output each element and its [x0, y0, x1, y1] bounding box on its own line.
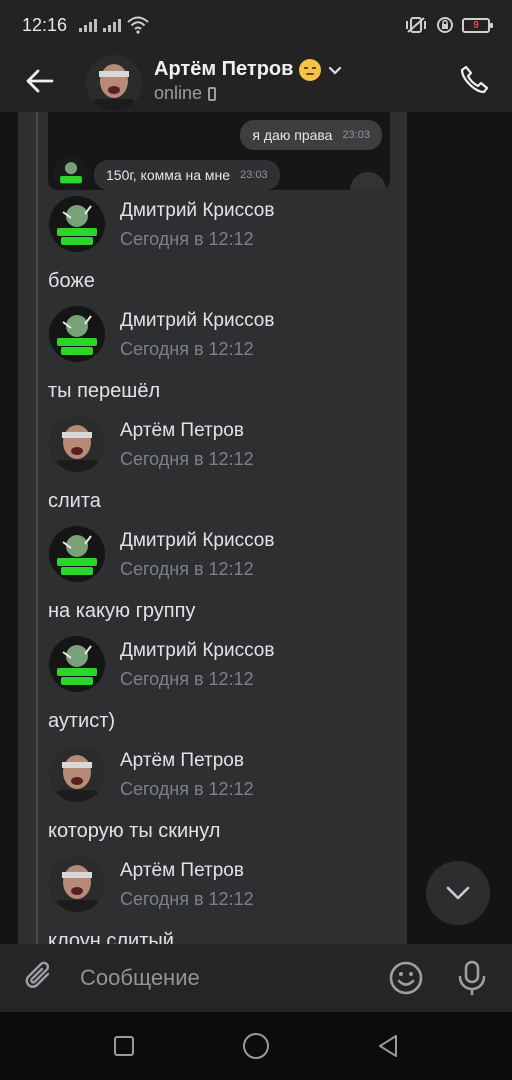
- message-time: Сегодня в 12:12: [120, 449, 254, 469]
- paperclip-icon: [25, 961, 50, 988]
- avatar[interactable]: [49, 306, 105, 362]
- wifi-icon: [127, 16, 149, 34]
- message-text: боже: [48, 270, 95, 292]
- phone-icon: [460, 65, 489, 94]
- vibrate-icon: [406, 17, 426, 33]
- avatar[interactable]: [49, 856, 105, 912]
- avatar[interactable]: [49, 746, 105, 802]
- circle-icon: [243, 1033, 269, 1059]
- square-icon: [114, 1036, 134, 1056]
- message-time: Сегодня в 12:12: [120, 559, 254, 579]
- avatar[interactable]: [86, 55, 142, 111]
- forwarded-messages-panel: я даю права 23:03 150г, комма на мне 23:…: [18, 112, 407, 944]
- message-text: ты перешёл: [48, 380, 161, 402]
- chat-header: Артём Петров online: [0, 50, 512, 112]
- message-input[interactable]: [80, 958, 370, 998]
- smile-icon: [389, 961, 423, 995]
- mobile-icon: [208, 86, 217, 101]
- author-name[interactable]: Дмитрий Криссов: [120, 200, 274, 222]
- message-composer: [0, 944, 512, 1012]
- back-button[interactable]: [0, 50, 80, 112]
- message-text: слита: [48, 490, 101, 512]
- message-header[interactable]: Дмитрий Криссов Сегодня в 12:12: [49, 526, 389, 588]
- microphone-icon: [458, 960, 486, 996]
- alarm-icon: [437, 17, 453, 33]
- attach-button[interactable]: [0, 944, 80, 1012]
- bubble-text: я даю права: [252, 127, 333, 143]
- author-name[interactable]: Дмитрий Криссов: [120, 530, 274, 552]
- author-name[interactable]: Дмитрий Криссов: [120, 310, 274, 332]
- signal-icon: [103, 18, 122, 32]
- embedded-scroll-button: [350, 172, 386, 190]
- avatar[interactable]: [49, 416, 105, 472]
- author-name[interactable]: Артём Петров: [120, 860, 244, 882]
- emoji-icon: [299, 58, 322, 81]
- message-time: Сегодня в 12:12: [120, 889, 254, 909]
- bubble-time: 23:03: [240, 169, 268, 181]
- status-time: 12:16: [22, 14, 68, 35]
- contact-status: online: [154, 83, 203, 103]
- bubble-time: 23:03: [342, 129, 370, 141]
- arrow-left-icon: [26, 69, 54, 93]
- recents-button[interactable]: [106, 1028, 142, 1064]
- author-name[interactable]: Дмитрий Криссов: [120, 640, 274, 662]
- battery-icon: 9: [462, 17, 493, 33]
- chevron-down-icon[interactable]: [327, 64, 343, 76]
- message-time: Сегодня в 12:12: [120, 669, 254, 689]
- voice-message-button[interactable]: [450, 956, 494, 1000]
- emoji-button[interactable]: [384, 956, 428, 1000]
- message-header[interactable]: Дмитрий Криссов Сегодня в 12:12: [49, 306, 389, 368]
- embedded-outgoing-bubble: я даю права 23:03: [240, 120, 382, 150]
- triangle-back-icon: [379, 1035, 397, 1057]
- message-area[interactable]: я даю права 23:03 150г, комма на мне 23:…: [0, 112, 512, 944]
- signal-icon: [79, 18, 98, 32]
- message-time: Сегодня в 12:12: [120, 339, 254, 359]
- contact-name[interactable]: Артём Петров: [154, 58, 293, 81]
- message-header[interactable]: Дмитрий Криссов Сегодня в 12:12: [49, 636, 389, 698]
- avatar[interactable]: [49, 636, 105, 692]
- call-button[interactable]: [454, 60, 494, 100]
- message-header[interactable]: Артём Петров Сегодня в 12:12: [49, 416, 389, 478]
- message-header[interactable]: Дмитрий Криссов Сегодня в 12:12: [49, 196, 389, 258]
- message-time: Сегодня в 12:12: [120, 229, 254, 249]
- bubble-text: 150г, комма на мне: [106, 167, 231, 183]
- system-nav-bar: [0, 1012, 512, 1080]
- message-time: Сегодня в 12:12: [120, 779, 254, 799]
- message-text: на какую группу: [48, 600, 196, 622]
- message-text: аутист): [48, 710, 116, 732]
- chevron-down-icon: [446, 886, 470, 900]
- back-nav-button[interactable]: [370, 1028, 406, 1064]
- status-bar: 12:16 9: [0, 0, 512, 50]
- avatar[interactable]: [49, 526, 105, 582]
- embedded-incoming-bubble: 150г, комма на мне 23:03: [94, 160, 280, 190]
- message-header[interactable]: Артём Петров Сегодня в 12:12: [49, 856, 389, 918]
- battery-level: 9: [473, 19, 479, 31]
- message-text: которую ты скинул: [48, 820, 221, 842]
- home-button[interactable]: [238, 1028, 274, 1064]
- author-name[interactable]: Артём Петров: [120, 750, 244, 772]
- scroll-down-button[interactable]: [426, 861, 490, 925]
- quote-bar: [36, 112, 38, 944]
- avatar: [54, 156, 88, 190]
- embedded-screenshot[interactable]: я даю права 23:03 150г, комма на мне 23:…: [48, 112, 390, 190]
- author-name[interactable]: Артём Петров: [120, 420, 244, 442]
- message-header[interactable]: Артём Петров Сегодня в 12:12: [49, 746, 389, 808]
- avatar[interactable]: [49, 196, 105, 252]
- message-text: клоун слитый: [48, 930, 174, 944]
